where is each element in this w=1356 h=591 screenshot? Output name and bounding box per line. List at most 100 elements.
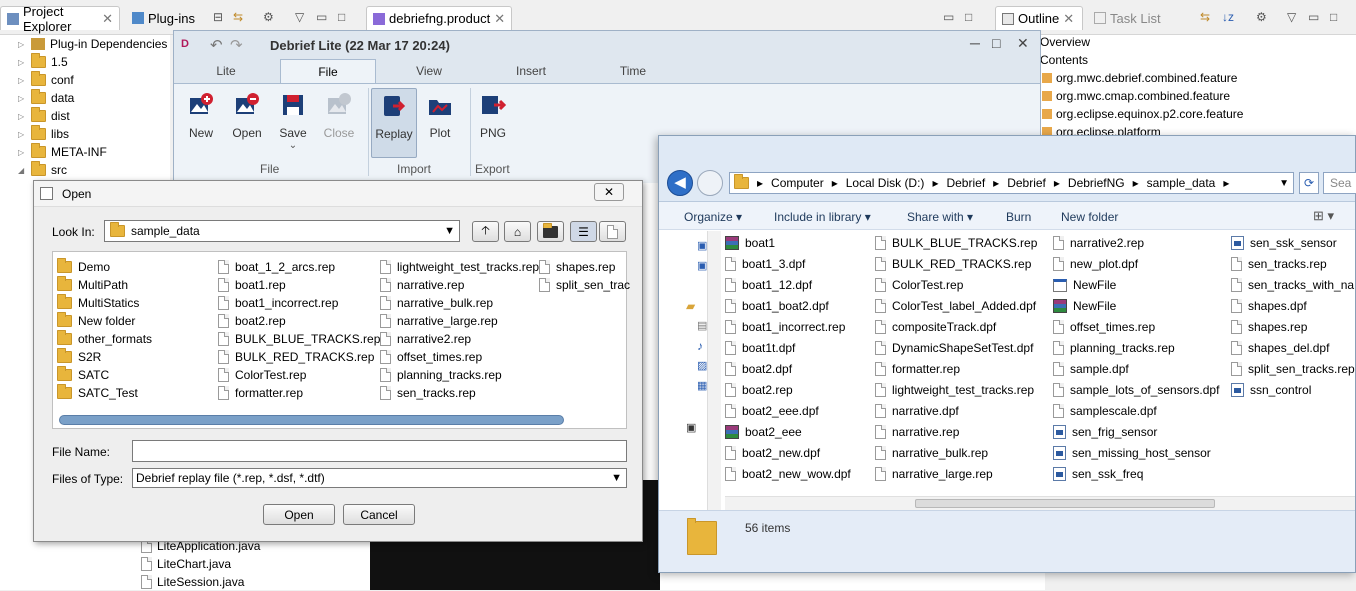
file-item[interactable]: boat1_12.dpf: [725, 275, 812, 295]
filter-icon[interactable]: ⚙: [263, 10, 274, 24]
tree-item[interactable]: ◢ src: [18, 161, 67, 179]
file-item[interactable]: sen_tracks_with_na: [1231, 275, 1354, 295]
maximize-icon[interactable]: □: [338, 10, 345, 24]
file-item[interactable]: boat2.dpf: [725, 359, 792, 379]
folder-item[interactable]: MultiStatics: [57, 294, 139, 312]
file-item[interactable]: planning_tracks.rep: [380, 366, 502, 384]
sort-icon[interactable]: ↓z: [1222, 10, 1234, 24]
expand-icon[interactable]: ▷: [18, 40, 26, 49]
maximize-icon[interactable]: □: [1330, 10, 1337, 24]
file-item[interactable]: ColorTest_label_Added.dpf: [875, 296, 1036, 316]
close-button[interactable]: Close: [316, 88, 362, 158]
filter-icon[interactable]: ⚙: [1256, 10, 1267, 24]
file-item[interactable]: narrative_bulk.rep: [380, 294, 493, 312]
file-item[interactable]: boat_1_2_arcs.rep: [218, 258, 335, 276]
close-icon[interactable]: ✕: [102, 11, 113, 27]
tab-task-list[interactable]: Task List: [1088, 6, 1178, 30]
close-icon[interactable]: ✕: [494, 11, 505, 27]
view-menu-icon[interactable]: ▽: [1287, 10, 1296, 24]
new-button[interactable]: New: [178, 88, 224, 158]
computer-icon[interactable]: ▣: [686, 421, 696, 434]
file-item[interactable]: planning_tracks.rep: [1053, 338, 1175, 358]
file-item[interactable]: boat2.rep: [218, 312, 286, 330]
list-view-button[interactable]: ☰: [570, 221, 597, 242]
file-item[interactable]: narrative2.rep: [380, 330, 471, 348]
expand-icon[interactable]: ▷: [18, 58, 26, 67]
tab-insert[interactable]: Insert: [498, 59, 564, 83]
file-item[interactable]: NewFile: [1053, 296, 1116, 316]
file-item[interactable]: shapes.dpf: [1231, 296, 1307, 316]
tab-view[interactable]: View: [396, 59, 462, 83]
file-item[interactable]: lightweight_test_tracks.rep: [875, 380, 1034, 400]
file-item[interactable]: boat1_3.dpf: [725, 254, 805, 274]
libraries-icon[interactable]: ▰: [686, 299, 695, 313]
outline-item[interactable]: org.mwc.debrief.combined.feature: [1042, 69, 1237, 87]
tree-item[interactable]: ▷ dist: [18, 107, 70, 125]
file-item[interactable]: formatter.rep: [218, 384, 303, 402]
file-item[interactable]: boat2_eee.dpf: [725, 401, 819, 421]
replay-button[interactable]: Replay: [371, 88, 417, 158]
maximize-icon[interactable]: □: [992, 35, 1000, 51]
tab-plugins[interactable]: Plug-ins: [126, 6, 226, 30]
breadcrumb-item[interactable]: Computer: [771, 176, 824, 190]
file-item[interactable]: narrative.rep: [380, 276, 464, 294]
expand-icon[interactable]: ▷: [18, 112, 26, 121]
scrollbar-thumb[interactable]: [915, 499, 1215, 508]
file-item[interactable]: sen_tracks.rep: [1231, 254, 1327, 274]
file-item[interactable]: narrative_large.rep: [380, 312, 498, 330]
new-folder-button[interactable]: [537, 221, 564, 242]
png-button[interactable]: PNG: [470, 88, 516, 158]
tree-item[interactable]: ▷ Plug-in Dependencies: [18, 35, 167, 53]
forward-button[interactable]: [697, 170, 723, 196]
open-button[interactable]: Open: [224, 88, 270, 158]
file-item[interactable]: split_sen_tracks.rep: [1231, 359, 1355, 379]
file-item[interactable]: sample.dpf: [1053, 359, 1129, 379]
file-item[interactable]: ssn_control: [1231, 380, 1311, 400]
file-item[interactable]: new_plot.dpf: [1053, 254, 1138, 274]
outline-item[interactable]: Overview: [1040, 33, 1090, 51]
file-grid[interactable]: boat1 boat1_3.dpf boat1_12.dpf boat1_boat2.…: [725, 231, 1355, 501]
save-button[interactable]: Save ⌄: [270, 88, 316, 158]
minimize-icon[interactable]: ▭: [316, 10, 327, 24]
file-item[interactable]: offset_times.rep: [1053, 317, 1155, 337]
file-item[interactable]: shapes_del.dpf: [1231, 338, 1329, 358]
file-item[interactable]: sen_ssk_sensor: [1231, 233, 1337, 253]
folder-item[interactable]: S2R: [57, 348, 101, 366]
organize-button[interactable]: Organize ▾: [684, 210, 742, 224]
file-item[interactable]: boat2_new_wow.dpf: [725, 464, 851, 484]
java-file[interactable]: LiteChart.java: [141, 555, 231, 573]
outline-item[interactable]: org.eclipse.equinox.p2.core.feature: [1042, 105, 1243, 123]
chevron-down-icon[interactable]: ▼: [1279, 178, 1289, 189]
search-input[interactable]: Sea: [1323, 172, 1356, 194]
pictures-icon[interactable]: ▨: [697, 359, 707, 372]
file-item[interactable]: ColorTest.rep: [875, 275, 963, 295]
close-icon[interactable]: ✕: [1063, 11, 1074, 27]
file-item[interactable]: boat2_new.dpf: [725, 443, 820, 463]
open-button[interactable]: Open: [263, 504, 335, 525]
file-item[interactable]: narrative2.rep: [1053, 233, 1144, 253]
outline-item[interactable]: Contents: [1040, 51, 1088, 69]
outline-item[interactable]: org.mwc.cmap.combined.feature: [1042, 87, 1230, 105]
home-button[interactable]: ⌂: [504, 221, 531, 242]
include-in-library-button[interactable]: Include in library ▾: [774, 210, 871, 224]
file-item[interactable]: split_sen_trac: [539, 276, 630, 294]
file-item[interactable]: sen_ssk_freq: [1053, 464, 1143, 484]
link-icon[interactable]: ⇆: [233, 10, 243, 24]
file-item[interactable]: narrative_bulk.rep: [875, 443, 988, 463]
tab-project-explorer[interactable]: Project Explorer ✕: [0, 4, 120, 34]
close-icon[interactable]: ✕: [1017, 35, 1029, 52]
tree-item[interactable]: ▷ META-INF: [18, 143, 107, 161]
undo-icon[interactable]: ↶: [210, 36, 223, 54]
folder-item[interactable]: SATC_Test: [57, 384, 138, 402]
breadcrumb[interactable]: ▸ Computer ▸ Local Disk (D:) ▸ Debrief ▸ De…: [729, 172, 1294, 194]
file-item[interactable]: boat1_boat2.dpf: [725, 296, 829, 316]
file-item[interactable]: BULK_BLUE_TRACKS.rep: [218, 330, 380, 348]
tree-item[interactable]: ▷ conf: [18, 71, 74, 89]
refresh-button[interactable]: ⟳: [1299, 172, 1319, 194]
maximize-icon[interactable]: □: [965, 10, 972, 24]
file-item[interactable]: sen_frig_sensor: [1053, 422, 1157, 442]
breadcrumb-item[interactable]: Debrief: [1007, 176, 1046, 190]
file-item[interactable]: ColorTest.rep: [218, 366, 306, 384]
expand-icon[interactable]: ▷: [18, 130, 26, 139]
file-item[interactable]: NewFile: [1053, 275, 1116, 295]
